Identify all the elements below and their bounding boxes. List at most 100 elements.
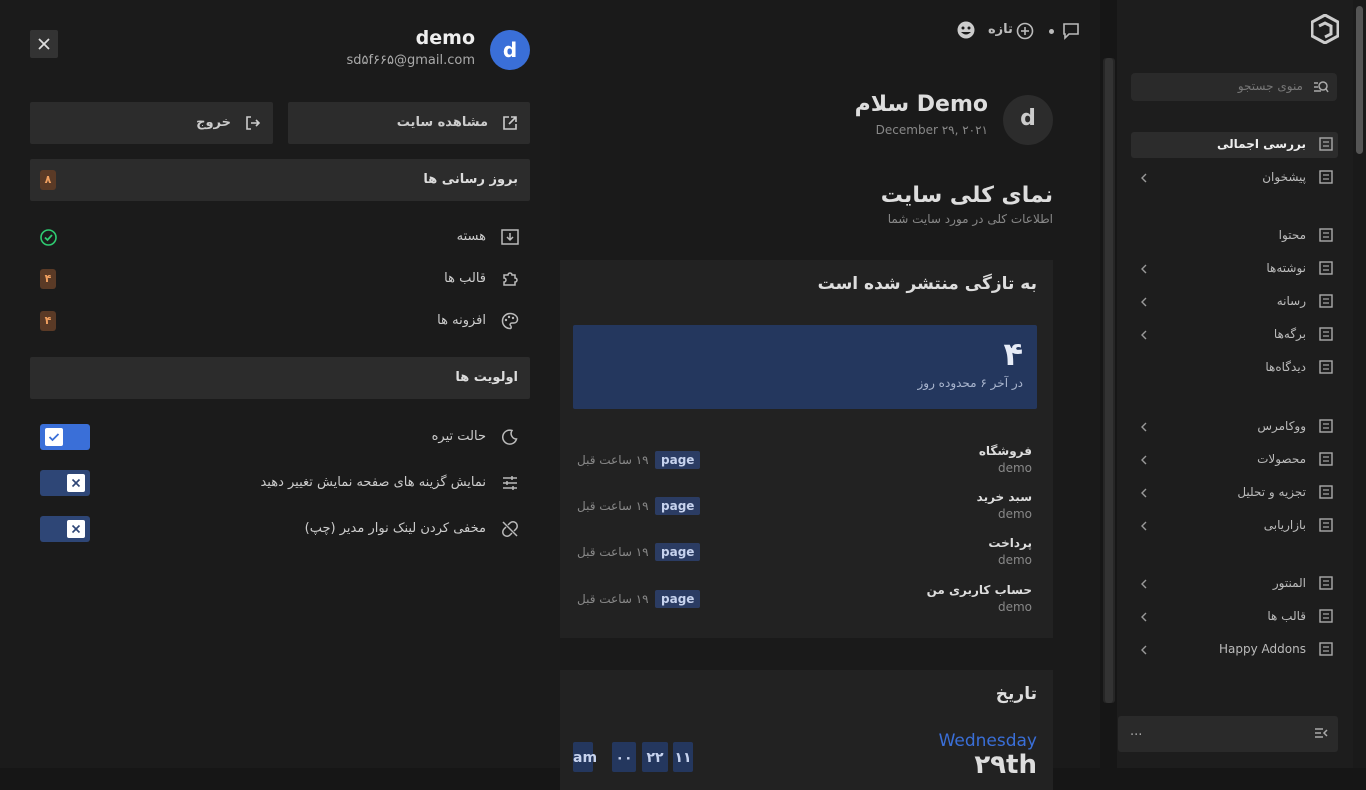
- check-circle-icon: [40, 229, 57, 246]
- chevron-left-icon[interactable]: [1141, 488, 1147, 498]
- moon-icon: [502, 429, 518, 445]
- post-type-badge: page: [655, 497, 701, 515]
- posts-stat-box: ۴ در آخر ۶ محدوده روز: [573, 325, 1037, 409]
- chevron-left-icon[interactable]: [1141, 422, 1147, 432]
- chevron-left-icon[interactable]: [1141, 264, 1147, 274]
- logout-button[interactable]: خروج: [30, 102, 273, 144]
- elementor-icon: [1319, 576, 1333, 590]
- pref-screen-options-label: نمایش گزینه های صفحه نمایش تغییر دهید: [260, 475, 486, 490]
- dashboard-icon: [1319, 137, 1333, 151]
- view-site-button[interactable]: مشاهده سایت: [288, 102, 530, 144]
- site-logo[interactable]: [1311, 14, 1339, 44]
- woo-icon: [1319, 419, 1333, 433]
- update-themes-badge: ۴: [40, 269, 56, 289]
- dark-mode-toggle[interactable]: [40, 424, 90, 450]
- grid-icon: [1319, 170, 1333, 184]
- date-card: تاریخ Wednesday ۲۹th am ۰۰ ۲۲ ۱۱: [560, 670, 1053, 790]
- post-title[interactable]: فروشگاه: [979, 444, 1032, 458]
- post-type-badge: page: [655, 543, 701, 561]
- sidebar-item[interactable]: بازاریابی: [1131, 513, 1338, 539]
- post-author: demo: [997, 461, 1032, 475]
- chevron-left-icon[interactable]: [1141, 579, 1147, 589]
- sidebar-item-label: بازاریابی: [1263, 518, 1306, 532]
- sidebar-item[interactable]: قالب ها: [1131, 604, 1338, 630]
- updates-section-header[interactable]: بروز رسانی ها ۸: [30, 159, 530, 201]
- chevron-left-icon[interactable]: [1141, 297, 1147, 307]
- more-button[interactable]: ...: [1130, 724, 1142, 739]
- close-button[interactable]: [30, 30, 58, 58]
- sliders-icon: [502, 475, 518, 491]
- main-content: تازه d سلام Demo December ۲۹, ۲۰۲۱ نمای …: [560, 0, 1100, 790]
- collapse-menu-icon[interactable]: [1314, 727, 1328, 739]
- sidebar-item[interactable]: بررسی اجمالی: [1131, 132, 1338, 158]
- sidebar-item[interactable]: برگه‌ها: [1131, 322, 1338, 348]
- chevron-left-icon[interactable]: [1141, 455, 1147, 465]
- download-icon: [501, 229, 519, 245]
- post-title[interactable]: پرداخت: [988, 536, 1032, 550]
- sidebar-item-label: ووکامرس: [1257, 419, 1306, 433]
- panel-avatar: d: [490, 30, 530, 70]
- chevron-left-icon[interactable]: [1141, 173, 1147, 183]
- sidebar-item[interactable]: پیشخوان: [1131, 165, 1338, 191]
- post-title[interactable]: سبد خرید: [977, 490, 1032, 504]
- add-new-icon[interactable]: [1016, 22, 1034, 40]
- date-weekday: Wednesday: [938, 731, 1037, 751]
- sidebar-item[interactable]: ووکامرس: [1131, 414, 1338, 440]
- sidebar-item-label: پیشخوان: [1262, 170, 1306, 184]
- new-label[interactable]: تازه: [988, 22, 1013, 37]
- prefs-title: اولویت ها: [455, 370, 518, 385]
- user-panel: d demo sd۵f۶۶۵@gmail.com مشاهده سایت خرو…: [0, 0, 560, 768]
- notification-dot: [1049, 29, 1054, 34]
- media-icon: [1319, 294, 1333, 308]
- templates-icon: [1319, 609, 1333, 623]
- screen-options-toggle[interactable]: [40, 470, 90, 496]
- sidebar-item[interactable]: نوشته‌ها: [1131, 256, 1338, 282]
- posts-stat-label: در آخر ۶ محدوده روز: [917, 376, 1023, 390]
- post-time: ۱۹ ساعت قبل: [577, 453, 649, 467]
- sidebar-item-label: Happy Addons: [1219, 642, 1306, 656]
- sidebar-scrollbar[interactable]: [1353, 0, 1366, 768]
- check-icon: [48, 433, 60, 442]
- update-plugins-label: افزونه ها: [437, 313, 486, 328]
- x-icon: [71, 524, 81, 534]
- admin-sidebar: منوی جستجو بررسی اجمالی پیشخوان محتوا نوشته…: [1117, 0, 1353, 768]
- post-time: ۱۹ ساعت قبل: [577, 592, 649, 606]
- hide-link-toggle[interactable]: [40, 516, 90, 542]
- main-scrollbar[interactable]: [1103, 58, 1115, 703]
- close-icon: [38, 38, 50, 50]
- comments-icon: [1319, 360, 1333, 374]
- sidebar-item[interactable]: رسانه: [1131, 289, 1338, 315]
- update-themes-label: قالب ها: [444, 271, 486, 286]
- post-time: ۱۹ ساعت قبل: [577, 499, 649, 513]
- palette-icon: [501, 312, 519, 330]
- chevron-left-icon[interactable]: [1141, 645, 1147, 655]
- sidebar-item-label: محصولات: [1257, 452, 1306, 466]
- menu-search-input[interactable]: منوی جستجو: [1131, 73, 1337, 101]
- greeting-date: December ۲۹, ۲۰۲۱: [875, 123, 988, 137]
- menu-search-placeholder: منوی جستجو: [1237, 79, 1303, 93]
- sidebar-item[interactable]: محتوا: [1131, 223, 1338, 249]
- overview-subtitle: اطلاعات کلی در مورد سایت شما: [887, 212, 1053, 226]
- sidebar-item[interactable]: المنتور: [1131, 571, 1338, 597]
- user-avatar: d: [1003, 95, 1053, 145]
- happy-addons-icon[interactable]: [956, 20, 976, 40]
- post-author: demo: [997, 553, 1032, 567]
- sidebar-item[interactable]: تجزیه و تحلیل: [1131, 480, 1338, 506]
- sidebar-item[interactable]: Happy Addons: [1131, 637, 1338, 663]
- sidebar-item-label: برگه‌ها: [1273, 327, 1306, 341]
- sidebar-item-label: دیدگاه‌ها: [1265, 360, 1306, 374]
- toggle-knob: [67, 520, 85, 538]
- chevron-left-icon[interactable]: [1141, 330, 1147, 340]
- pages-icon: [1319, 327, 1333, 341]
- toggle-knob: [67, 474, 85, 492]
- chevron-left-icon[interactable]: [1141, 612, 1147, 622]
- pref-hide-link-label: مخفی کردن لینک نوار مدیر (چپ): [304, 521, 486, 536]
- analytics-icon: [1319, 485, 1333, 499]
- sidebar-item[interactable]: دیدگاه‌ها: [1131, 355, 1338, 381]
- sidebar-item[interactable]: محصولات: [1131, 447, 1338, 473]
- prefs-section-header[interactable]: اولویت ها: [30, 357, 530, 399]
- post-title[interactable]: حساب کاربری من: [927, 583, 1032, 597]
- update-plugins-badge: ۴: [40, 311, 56, 331]
- comments-icon[interactable]: [1062, 22, 1080, 40]
- chevron-left-icon[interactable]: [1141, 521, 1147, 531]
